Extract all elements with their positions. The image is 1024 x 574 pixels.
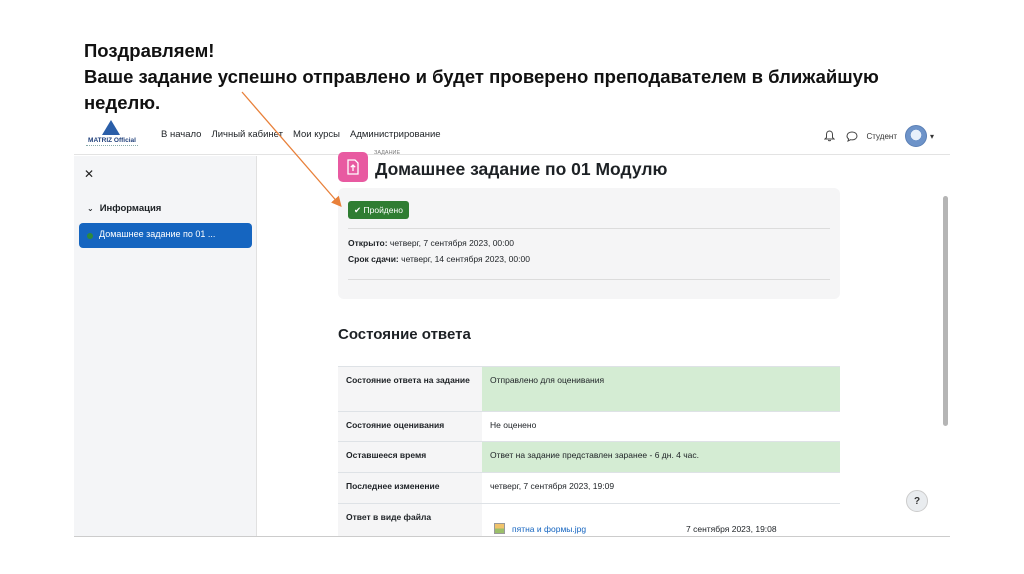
nav-link-my-courses[interactable]: Мои курсы: [293, 129, 340, 140]
slide-heading-line-1: Поздравляем!: [84, 40, 215, 61]
opened-label: Открыто:: [348, 238, 388, 248]
divider: [348, 279, 830, 280]
main-content: ЗАДАНИЕ Домашнее задание по 01 Модулю ✔ …: [258, 150, 950, 536]
logo-text: MATRIZ Official: [88, 137, 136, 144]
completion-status-label: Пройдено: [363, 205, 403, 215]
lms-screenshot: MATRIZ Official В начало Личный кабинет …: [74, 118, 950, 537]
completion-status-badge: ✔ Пройдено: [348, 201, 409, 219]
page-title: Домашнее задание по 01 Модулю: [375, 159, 668, 179]
slide-heading-line-3: неделю.: [84, 92, 161, 113]
slide-heading-line-2: Ваше задание успешно отправлено и будет …: [84, 66, 879, 87]
file-link[interactable]: пятна и формы.jpg: [512, 524, 586, 534]
table-row: Ответ в виде файла пятна и формы.jpg 7 с…: [338, 503, 840, 536]
nav-link-dashboard[interactable]: Личный кабинет: [211, 129, 282, 140]
row-value: четверг, 7 сентября 2023, 19:09: [482, 472, 840, 504]
file-date: 7 сентября 2023, 19:08: [686, 524, 777, 534]
bell-icon[interactable]: [823, 129, 837, 143]
row-value: Отправлено для оценивания: [482, 366, 840, 412]
top-navbar: MATRIZ Official В начало Личный кабинет …: [74, 118, 950, 155]
due-label: Срок сдачи:: [348, 254, 399, 264]
nav-link-administration[interactable]: Администрирование: [350, 129, 441, 140]
drawer-section-label: Информация: [99, 203, 162, 214]
chevron-down-icon: ⌄: [87, 204, 94, 213]
primary-navigation: В начало Личный кабинет Мои курсы Админи…: [161, 129, 451, 140]
due-date: Срок сдачи: четверг, 14 сентября 2023, 0…: [348, 254, 530, 264]
activity-dates-panel: ✔ Пройдено Открыто: четверг, 7 сентября …: [338, 188, 840, 299]
completion-dot-icon: [87, 233, 93, 239]
table-row: Состояние оценивания Не оценено: [338, 411, 840, 442]
row-value: Ответ на задание представлен заранее - 6…: [482, 441, 840, 473]
drawer-section-information[interactable]: ⌄ Информация: [87, 203, 161, 214]
row-value: Не оценено: [482, 411, 840, 442]
table-row: Оставшееся время Ответ на задание предст…: [338, 441, 840, 473]
due-value: четверг, 14 сентября 2023, 00:00: [398, 254, 530, 264]
help-button[interactable]: ?: [906, 490, 928, 512]
slide-heading: Поздравляем! Ваше задание успешно отправ…: [84, 38, 944, 116]
table-row: Состояние ответа на задание Отправлено д…: [338, 366, 840, 412]
close-icon[interactable]: ✕: [84, 167, 94, 181]
course-index-drawer: ✕ ⌄ Информация Домашнее задание по 01 ...: [74, 156, 257, 536]
row-label: Оставшееся время: [338, 441, 482, 473]
chevron-down-icon[interactable]: ▾: [930, 132, 934, 141]
table-row: Последнее изменение четверг, 7 сентября …: [338, 472, 840, 504]
nav-link-home[interactable]: В начало: [161, 129, 201, 140]
opened-date: Открыто: четверг, 7 сентября 2023, 00:00: [348, 238, 514, 248]
row-label: Ответ в виде файла: [338, 503, 482, 536]
user-menu-area: Студент ▾: [823, 125, 934, 147]
chat-icon[interactable]: [845, 129, 859, 143]
drawer-item-homework[interactable]: Домашнее задание по 01 ...: [79, 223, 252, 248]
row-label: Состояние оценивания: [338, 411, 482, 442]
drawer-item-label: Домашнее задание по 01 ...: [99, 229, 216, 239]
check-icon: ✔: [354, 205, 362, 215]
opened-value: четверг, 7 сентября 2023, 00:00: [387, 238, 514, 248]
page-scrollbar[interactable]: [943, 196, 948, 426]
assignment-icon: [338, 152, 368, 182]
row-label: Состояние ответа на задание: [338, 366, 482, 412]
submission-status-table: Состояние ответа на задание Отправлено д…: [338, 366, 840, 536]
row-value: пятна и формы.jpg 7 сентября 2023, 19:08: [482, 503, 840, 536]
logo-triangle-icon: [102, 120, 120, 135]
logo-tagline: [86, 145, 138, 148]
site-logo[interactable]: MATRIZ Official: [84, 120, 140, 152]
user-name[interactable]: Студент: [867, 132, 897, 141]
file-submission: пятна и формы.jpg 7 сентября 2023, 19:08: [482, 504, 840, 536]
avatar[interactable]: [904, 125, 927, 147]
activity-type-label: ЗАДАНИЕ: [374, 150, 401, 156]
divider: [348, 228, 830, 229]
submission-status-heading: Состояние ответа: [338, 326, 471, 343]
image-file-icon: [494, 523, 505, 534]
row-label: Последнее изменение: [338, 472, 482, 504]
